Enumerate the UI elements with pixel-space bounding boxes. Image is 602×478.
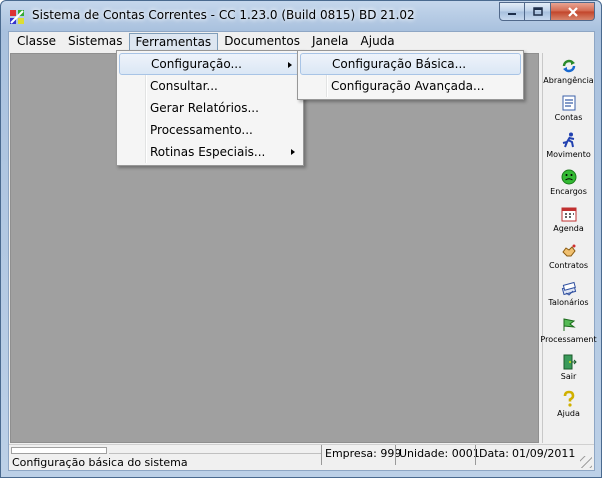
- toolbar-label: Talonários: [548, 298, 589, 307]
- toolbar-label: Contas: [554, 113, 583, 122]
- menu-item-gerar-relatorios[interactable]: Gerar Relatórios...: [117, 97, 303, 119]
- menu-item-configuracao[interactable]: Configuração...: [119, 53, 301, 75]
- toolbar-label: Encargos: [550, 187, 587, 196]
- menu-bar: Classe Sistemas Ferramentas Documentos J…: [9, 32, 594, 52]
- toolbar-label: Ajuda: [557, 409, 580, 418]
- status-data-label: Data:: [475, 445, 509, 465]
- toolbar-encargos[interactable]: Encargos: [543, 166, 594, 203]
- title-bar[interactable]: Sistema de Contas Correntes - CC 1.23.0 …: [1, 1, 601, 31]
- menu-item-configuracao-avancada[interactable]: Configuração Avançada...: [298, 75, 523, 97]
- status-bar: Configuração básica do sistema Empresa: …: [9, 444, 594, 470]
- toolbar-label: Contratos: [548, 261, 589, 270]
- window-title: Sistema de Contas Correntes - CC 1.23.0 …: [32, 8, 415, 22]
- handshake-icon: [561, 244, 576, 257]
- menu-item-rotinas-especiais[interactable]: Rotinas Especiais...: [117, 141, 303, 163]
- toolbar-talonarios[interactable]: Talonários: [543, 277, 594, 314]
- menu-classe[interactable]: Classe: [11, 33, 62, 51]
- toolbar-processamento[interactable]: Processament: [540, 314, 597, 351]
- toolbar-contas[interactable]: Contas: [543, 92, 594, 129]
- menu-ferramentas[interactable]: Ferramentas: [128, 33, 219, 51]
- toolbar-label: Abrangência: [543, 76, 594, 85]
- toolbar-agenda[interactable]: Agenda: [543, 203, 594, 240]
- submenu-arrow-icon: [291, 149, 295, 155]
- menu-item-consultar[interactable]: Consultar...: [117, 75, 303, 97]
- minimize-button[interactable]: [499, 2, 525, 21]
- toolbar-abrangencia[interactable]: Abrangência: [543, 55, 594, 92]
- checkbook-icon: [561, 281, 576, 296]
- status-data-value: 01/09/2011: [512, 447, 576, 460]
- toolbar-movimento[interactable]: Movimento: [543, 129, 594, 166]
- running-man-icon: [562, 132, 574, 148]
- close-icon: [567, 6, 578, 17]
- toolbar-label: Agenda: [553, 224, 584, 233]
- menu-documentos[interactable]: Documentos: [218, 33, 306, 51]
- process-flag-icon: [563, 318, 576, 331]
- toolbar-ajuda[interactable]: Ajuda: [543, 388, 594, 425]
- close-button[interactable]: [551, 2, 595, 21]
- toolbar-label: Sair: [560, 372, 577, 381]
- menu-item-configuracao-basica[interactable]: Configuração Básica...: [300, 53, 521, 75]
- menu-ajuda[interactable]: Ajuda: [355, 33, 401, 51]
- question-icon: [563, 390, 574, 407]
- menu-item-label: Consultar...: [150, 79, 218, 93]
- status-empresa: Empresa: 999: [321, 445, 401, 465]
- resize-grip[interactable]: [580, 456, 592, 468]
- menu-item-label: Processamento...: [150, 123, 253, 137]
- refresh-arrows-icon: [562, 59, 575, 73]
- menu-janela[interactable]: Janela: [306, 33, 355, 51]
- side-toolbar: Abrangência Contas Movimento Encargos Ag…: [540, 53, 597, 443]
- menu-sistemas[interactable]: Sistemas: [62, 33, 129, 51]
- menu-item-processamento[interactable]: Processamento...: [117, 119, 303, 141]
- toolbar-contratos[interactable]: Contratos: [543, 240, 594, 277]
- status-unidade: Unidade: 0001: [395, 445, 480, 465]
- menu-item-label: Gerar Relatórios...: [150, 101, 259, 115]
- toolbar-label: Processament: [540, 335, 597, 344]
- calendar-icon: [561, 207, 576, 222]
- status-divider: [109, 447, 321, 454]
- ferramentas-dropdown: Configuração... Consultar... Gerar Relat…: [116, 50, 304, 166]
- menu-item-label: Rotinas Especiais...: [150, 145, 266, 159]
- toolbar-sair[interactable]: Sair: [543, 351, 594, 388]
- minimize-icon: [508, 12, 516, 15]
- menu-item-label: Configuração Básica...: [332, 57, 467, 71]
- green-face-icon: [561, 169, 576, 185]
- toolbar-label: Movimento: [546, 150, 591, 159]
- configuracao-submenu: Configuração Básica... Configuração Avan…: [297, 50, 524, 100]
- menu-item-label: Configuração Avançada...: [331, 79, 485, 93]
- status-progress: [11, 447, 107, 454]
- exit-door-icon: [563, 354, 577, 370]
- status-message: Configuração básica do sistema: [12, 456, 188, 469]
- maximize-button[interactable]: [525, 2, 551, 21]
- maximize-icon: [532, 7, 543, 16]
- app-icon[interactable]: [9, 9, 25, 25]
- menu-item-label: Configuração...: [151, 57, 242, 71]
- submenu-arrow-icon: [288, 62, 292, 68]
- document-list-icon: [562, 95, 575, 111]
